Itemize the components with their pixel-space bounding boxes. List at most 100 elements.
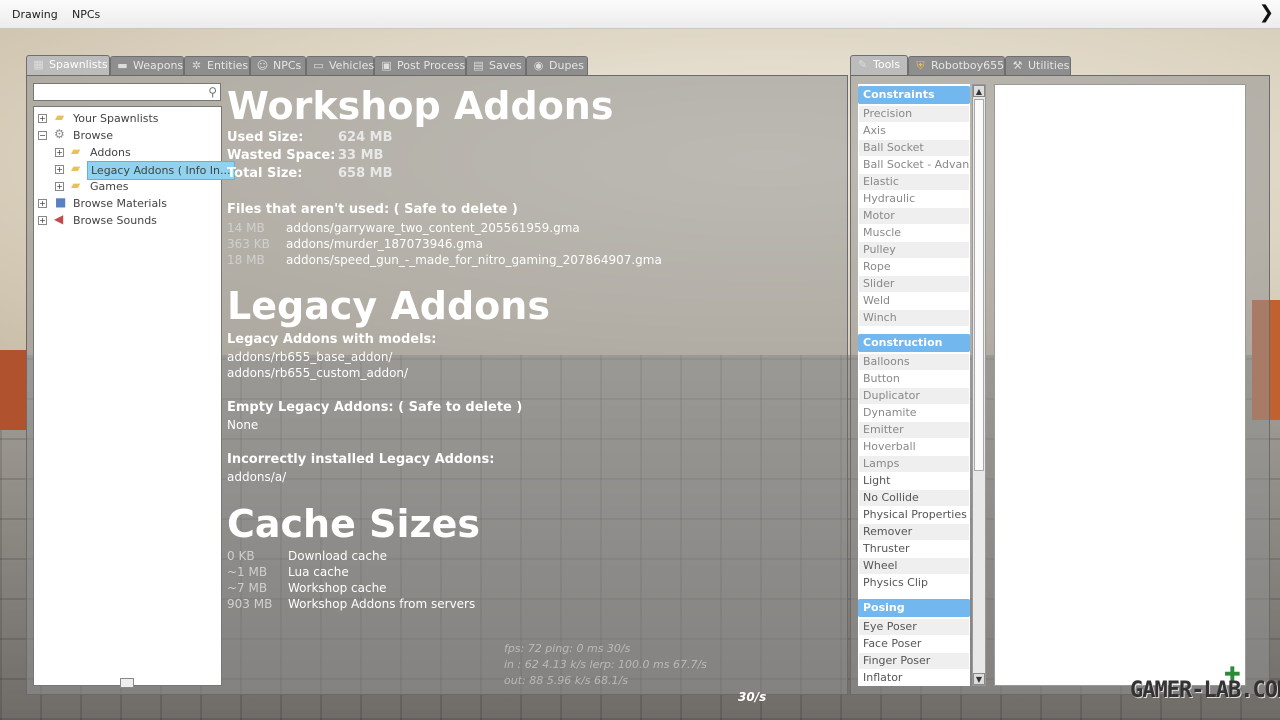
unused-files-heading: Files that aren't used: ( Safe to delete… — [227, 202, 518, 217]
gear-icon: ⚙ — [54, 127, 65, 141]
tab-tools[interactable]: ✎ Tools — [850, 55, 908, 76]
tab-entities[interactable]: ✲ Entities — [184, 56, 250, 76]
utilities-icon: ⚒ — [1012, 59, 1023, 72]
tool-item[interactable]: Elastic — [859, 174, 969, 190]
cache-label: Workshop Addons from servers — [288, 597, 476, 611]
atom-icon: ✲ — [191, 59, 202, 72]
scrollbar-thumb[interactable] — [974, 99, 984, 471]
tool-item[interactable]: Winch — [859, 310, 969, 326]
tool-item[interactable]: Axis — [859, 123, 969, 139]
used-size-value: 624 MB — [338, 130, 393, 145]
cache-size: 0 KB — [227, 549, 255, 563]
menu-npcs[interactable]: NPCs — [72, 8, 100, 21]
unused-file-size: 14 MB — [227, 221, 265, 235]
search-input[interactable]: ⚲ — [33, 83, 221, 101]
tool-item[interactable]: Pulley — [859, 242, 969, 258]
tab-robotboy655[interactable]: ⛨ Robotboy655 — [908, 56, 1005, 76]
tool-item[interactable]: Emitter — [859, 422, 969, 438]
search-icon[interactable]: ⚲ — [208, 85, 217, 99]
scroll-down-icon[interactable]: ▼ — [973, 673, 985, 685]
tool-item[interactable]: Eye Poser — [859, 619, 969, 635]
unused-file-path: addons/garryware_two_content_205561959.g… — [286, 221, 580, 235]
tool-item[interactable]: Slider — [859, 276, 969, 292]
tab-dupes[interactable]: ◉ Dupes — [526, 56, 588, 76]
folder-icon: ▰ — [71, 178, 81, 192]
netgraph-line: fps: 72 ping: 0 ms 30/s — [504, 642, 631, 655]
tool-item[interactable]: Remover — [859, 524, 969, 540]
netgraph-line: in : 62 4.13 k/s lerp: 100.0 ms 67.7/s — [504, 658, 707, 671]
expand-icon[interactable]: + — [55, 165, 64, 174]
category-construction[interactable]: Construction — [858, 334, 970, 352]
tab-utilities[interactable]: ⚒ Utilities — [1005, 56, 1071, 76]
expand-icon[interactable]: + — [55, 148, 64, 157]
cache-size: ~7 MB — [227, 581, 268, 595]
tool-list-scrollbar[interactable]: ▲ ▼ — [972, 84, 986, 686]
total-size-value: 658 MB — [338, 166, 393, 181]
tool-item[interactable]: Hoverball — [859, 439, 969, 455]
close-chevron-icon[interactable]: ❯ — [1259, 2, 1274, 23]
netgraph-line: out: 88 5.96 k/s 68.1/s — [504, 674, 628, 687]
folder-icon: ▰ — [55, 110, 65, 124]
tab-label: Entities — [207, 59, 249, 72]
tool-item[interactable]: Ball Socket - Advan... — [859, 157, 969, 173]
expand-icon[interactable]: + — [38, 216, 47, 225]
expand-icon[interactable]: + — [38, 199, 47, 208]
tree-label: Browse — [73, 129, 114, 142]
tool-item[interactable]: Hydraulic — [859, 191, 969, 207]
legacy-title: Legacy Addons — [227, 284, 550, 328]
tool-item[interactable]: Dynamite — [859, 405, 969, 421]
tool-item[interactable]: Light — [859, 473, 969, 489]
cache-size: ~1 MB — [227, 565, 268, 579]
wasted-space-label: Wasted Space: — [227, 148, 336, 163]
tool-item[interactable]: No Collide — [859, 490, 969, 506]
tool-item[interactable]: Wheel — [859, 558, 969, 574]
legacy-models-heading: Legacy Addons with models: — [227, 332, 437, 347]
unused-file-path: addons/speed_gun_-_made_for_nitro_gaming… — [286, 253, 662, 267]
tool-item[interactable]: Button — [859, 371, 969, 387]
scroll-up-icon[interactable]: ▲ — [973, 85, 985, 97]
tree-label: Browse Materials — [73, 197, 167, 210]
collapse-icon[interactable]: − — [38, 131, 47, 140]
folder-icon: ▰ — [71, 161, 81, 175]
tab-npcs[interactable]: ☺ NPCs — [250, 56, 306, 76]
tool-item[interactable]: Ball Socket — [859, 140, 969, 156]
tool-item[interactable]: Thruster — [859, 541, 969, 557]
tab-weapons[interactable]: ▬ Weapons — [110, 56, 184, 76]
tool-item[interactable]: Precision — [859, 106, 969, 122]
tab-post-process[interactable]: ▣ Post Process — [374, 56, 466, 76]
tool-item[interactable]: Muscle — [859, 225, 969, 241]
category-posing[interactable]: Posing — [858, 599, 970, 617]
expand-icon[interactable]: + — [55, 182, 64, 191]
background-object-left — [0, 350, 26, 430]
legacy-model-path: addons/rb655_custom_addon/ — [227, 366, 409, 380]
tab-spawnlists[interactable]: ▦ Spawnlists — [26, 55, 110, 76]
top-menubar: Drawing NPCs ❯ — [0, 0, 1280, 29]
cache-size: 903 MB — [227, 597, 273, 611]
menu-drawing[interactable]: Drawing — [12, 8, 58, 21]
tool-item[interactable]: Balloons — [859, 354, 969, 370]
expand-icon[interactable]: + — [38, 114, 47, 123]
speaker-icon: ◀ — [54, 212, 64, 226]
tab-label: Post Process — [397, 59, 466, 72]
tool-item[interactable]: Face Poser — [859, 636, 969, 652]
tool-item[interactable]: Physics Clip — [859, 575, 969, 591]
tool-item[interactable]: Finger Poser — [859, 653, 969, 669]
shield-icon: ⛨ — [916, 59, 925, 72]
tool-item[interactable]: Weld — [859, 293, 969, 309]
tree-resize-handle[interactable] — [120, 678, 134, 688]
tool-item[interactable]: Rope — [859, 259, 969, 275]
grid-icon: ▦ — [33, 58, 44, 71]
cache-label: Lua cache — [288, 565, 349, 579]
tool-settings-pane — [994, 84, 1246, 686]
tool-item[interactable]: Physical Properties — [859, 507, 969, 523]
tab-label: Robotboy655 — [931, 59, 1005, 72]
tool-item[interactable]: Inflator — [859, 670, 969, 686]
category-constraints[interactable]: Constraints — [858, 86, 970, 104]
tool-item[interactable]: Lamps — [859, 456, 969, 472]
tool-item[interactable]: Motor — [859, 208, 969, 224]
tab-vehicles[interactable]: ▭ Vehicles — [306, 56, 374, 76]
save-icon: ▤ — [473, 59, 484, 72]
tab-saves[interactable]: ▤ Saves — [466, 56, 526, 76]
incorrect-legacy-heading: Incorrectly installed Legacy Addons: — [227, 452, 495, 467]
tool-item[interactable]: Duplicator — [859, 388, 969, 404]
